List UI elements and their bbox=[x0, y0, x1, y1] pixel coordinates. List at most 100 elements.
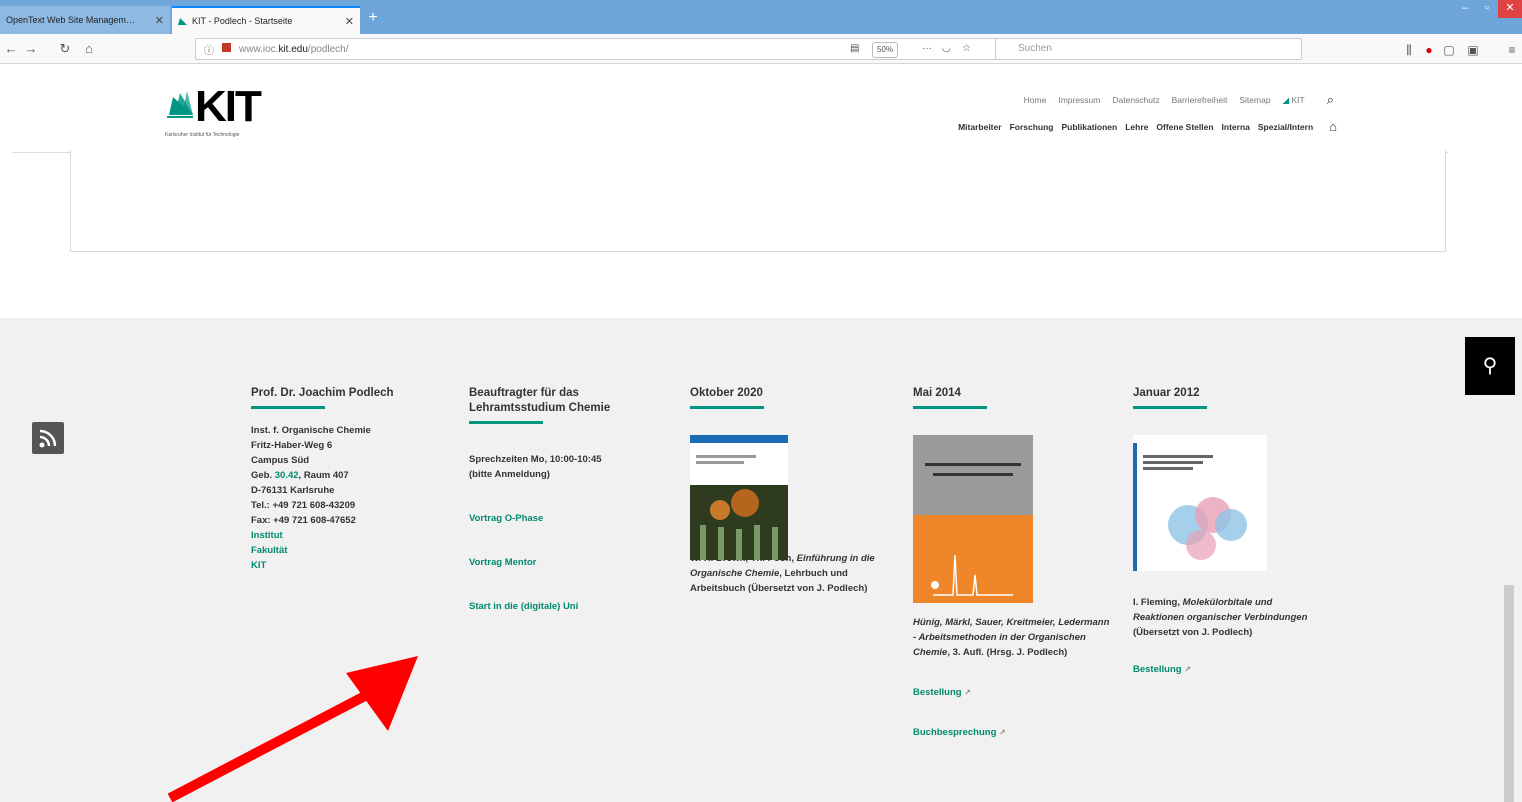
main-content bbox=[0, 150, 1522, 318]
url-domain: kit.edu bbox=[278, 43, 308, 55]
meta-nav-impressum[interactable]: Impressum bbox=[1058, 95, 1100, 105]
tab-label: KIT - Podlech - Startseite bbox=[192, 16, 293, 26]
browser-nav-bar: ← → ↻ ⌂ ⓘ www.ioc. kit.edu/podlech/ ▤ 50%… bbox=[0, 34, 1522, 64]
book-cover-fleming[interactable] bbox=[1133, 435, 1267, 571]
nav-lehre[interactable]: Lehre bbox=[1125, 122, 1148, 132]
tab-opentext[interactable]: OpenText Web Site Managem… ✕ bbox=[0, 6, 170, 34]
forward-icon[interactable]: → bbox=[22, 40, 40, 58]
search-icon[interactable]: ⌕ bbox=[1327, 92, 1334, 108]
rss-feed-icon[interactable] bbox=[32, 422, 64, 454]
extension-icon[interactable]: ▣ bbox=[1466, 43, 1480, 57]
address-line: Campus Süd bbox=[251, 455, 310, 466]
building-line: Geb. 30.42, Raum 407 bbox=[251, 470, 349, 481]
info-icon[interactable]: ⓘ bbox=[204, 42, 214, 57]
url-suffix: /podlech/ bbox=[307, 43, 349, 55]
building-link[interactable]: 30.42 bbox=[275, 470, 299, 481]
minimize-icon[interactable]: – bbox=[1454, 0, 1476, 18]
book-cover-brown-poon[interactable] bbox=[690, 435, 788, 560]
fax: Fax: +49 721 608-47652 bbox=[251, 515, 356, 526]
link-bestellung[interactable]: Bestellung ↗ bbox=[913, 685, 1113, 700]
meta-navigation: Home Impressum Datenschutz Barrierefreih… bbox=[1024, 92, 1334, 108]
book-description: I. Fleming, Molekülorbitale und Reaktion… bbox=[1133, 597, 1308, 638]
city-line: D-76131 Karlsruhe bbox=[251, 485, 335, 496]
zoom-level[interactable]: 50% bbox=[872, 42, 899, 58]
maximize-icon[interactable]: ▫ bbox=[1476, 0, 1498, 18]
meta-nav-home[interactable]: Home bbox=[1024, 95, 1047, 105]
page-actions-icon[interactable]: ··· bbox=[922, 38, 932, 60]
address-line: Inst. f. Organische Chemie bbox=[251, 425, 371, 436]
browser-tab-bar: OpenText Web Site Managem… ✕ KIT - Podle… bbox=[0, 0, 1522, 34]
addon-icon[interactable]: ● bbox=[1422, 43, 1436, 57]
book-description: Hünig, Märkl, Sauer, Kreitmeier, Lederma… bbox=[913, 617, 1110, 658]
link-start-uni[interactable]: Start in die (digitale) Uni bbox=[469, 599, 659, 614]
nav-spezial-intern[interactable]: Spezial/Intern bbox=[1258, 122, 1313, 132]
reload-icon[interactable]: ↻ bbox=[56, 40, 74, 58]
search-icon: ⚲ bbox=[1482, 355, 1498, 377]
reader-view-icon[interactable]: ▤ bbox=[850, 38, 859, 60]
meta-nav-sitemap[interactable]: Sitemap bbox=[1239, 95, 1270, 105]
book-date-title: Januar 2012 bbox=[1133, 387, 1200, 399]
lehramt-title: Beauftragter für das Lehramtsstudium Che… bbox=[469, 387, 611, 414]
tab-label: OpenText Web Site Managem… bbox=[6, 15, 135, 25]
nav-mitarbeiter[interactable]: Mitarbeiter bbox=[958, 122, 1001, 132]
close-tab-icon[interactable]: ✕ bbox=[155, 14, 164, 27]
back-icon[interactable]: ← bbox=[2, 40, 20, 58]
logo-text: KIT bbox=[195, 82, 262, 131]
external-link-icon: ↗ bbox=[999, 728, 1006, 737]
logo-subtitle: Karlsruher Institut für Technologie bbox=[165, 132, 240, 138]
url-prefix: www.ioc. bbox=[239, 43, 279, 55]
nav-forschung[interactable]: Forschung bbox=[1010, 122, 1054, 132]
kit-logo[interactable]: KIT Karlsruher Institut für Technologie bbox=[165, 82, 262, 138]
office-hours: Sprechzeiten Mo, 10:00-10:45 bbox=[469, 454, 602, 465]
search-placeholder: Suchen bbox=[1018, 43, 1052, 54]
site-icon bbox=[222, 43, 231, 55]
nav-interna[interactable]: Interna bbox=[1222, 122, 1250, 132]
home-icon[interactable]: ⌂ bbox=[1329, 119, 1337, 134]
link-vortrag-o-phase[interactable]: Vortrag O-Phase bbox=[469, 511, 659, 526]
link-kit[interactable]: KIT bbox=[251, 558, 441, 573]
footer-col-lehramt: Beauftragter für das Lehramtsstudium Che… bbox=[469, 386, 659, 614]
scrollbar-thumb[interactable] bbox=[1504, 585, 1514, 802]
address-line: Fritz-Haber-Weg 6 bbox=[251, 440, 333, 451]
link-vortrag-mentor[interactable]: Vortrag Mentor bbox=[469, 555, 659, 570]
close-tab-icon[interactable]: ✕ bbox=[345, 15, 354, 28]
book-date-title: Oktober 2020 bbox=[690, 387, 763, 399]
book-cover-arbeitsmethoden[interactable] bbox=[913, 435, 1033, 603]
title-underline bbox=[469, 421, 543, 424]
link-bestellung[interactable]: Bestellung ↗ bbox=[1133, 662, 1313, 677]
kit-favicon-icon bbox=[178, 16, 188, 26]
meta-nav-barrierefreiheit[interactable]: Barrierefreiheit bbox=[1172, 95, 1228, 105]
home-icon[interactable]: ⌂ bbox=[80, 40, 98, 58]
footer-col-contact: Prof. Dr. Joachim Podlech Inst. f. Organ… bbox=[251, 386, 441, 573]
meta-nav-kit[interactable]: ◢ KIT bbox=[1283, 95, 1305, 106]
screenshot-icon[interactable]: ▢ bbox=[1442, 43, 1456, 57]
tab-kit-podlech[interactable]: KIT - Podlech - Startseite ✕ bbox=[172, 6, 360, 34]
nav-offene-stellen[interactable]: Offene Stellen bbox=[1156, 122, 1213, 132]
title-underline bbox=[1133, 406, 1207, 409]
link-institut[interactable]: Institut bbox=[251, 528, 441, 543]
title-underline bbox=[913, 406, 987, 409]
site-header: KIT Karlsruher Institut für Technologie … bbox=[0, 64, 1522, 152]
search-input[interactable]: Suchen bbox=[995, 38, 1302, 60]
title-underline bbox=[251, 406, 325, 409]
window-close-icon[interactable]: ✕ bbox=[1498, 0, 1522, 18]
annotation-arrow bbox=[167, 656, 418, 802]
meta-nav-datenschutz[interactable]: Datenschutz bbox=[1112, 95, 1159, 105]
nav-publikationen[interactable]: Publikationen bbox=[1061, 122, 1117, 132]
office-hours-note: (bitte Anmeldung) bbox=[469, 469, 550, 480]
library-icon[interactable]: ⫼ bbox=[1402, 43, 1416, 57]
book-date-title: Mai 2014 bbox=[913, 387, 961, 399]
link-buchbesprechung[interactable]: Buchbesprechung ↗ bbox=[913, 725, 1113, 740]
main-navigation: Mitarbeiter Forschung Publikationen Lehr… bbox=[958, 119, 1337, 134]
bookmark-star-icon[interactable]: ☆ bbox=[962, 38, 971, 60]
external-link-icon: ↗ bbox=[1184, 665, 1191, 674]
floating-search-button[interactable]: ⚲ bbox=[1465, 337, 1515, 395]
menu-icon[interactable]: ≡ bbox=[1505, 43, 1519, 57]
pocket-icon[interactable]: ◡ bbox=[942, 38, 951, 60]
content-box bbox=[70, 150, 1446, 252]
link-fakultaet[interactable]: Fakultät bbox=[251, 543, 441, 558]
contact-title: Prof. Dr. Joachim Podlech bbox=[251, 387, 394, 399]
phone: Tel.: +49 721 608-43209 bbox=[251, 500, 356, 511]
new-tab-icon[interactable]: + bbox=[363, 8, 383, 28]
title-underline bbox=[690, 406, 764, 409]
